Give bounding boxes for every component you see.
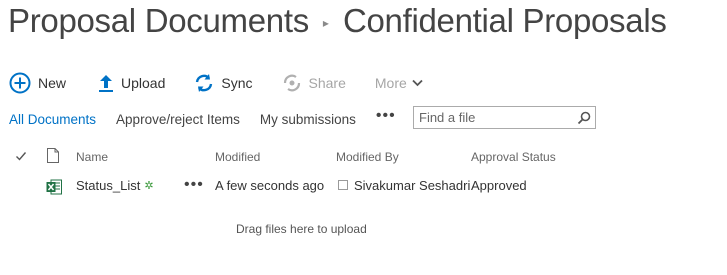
share-icon [282, 73, 302, 93]
excel-file-icon [46, 179, 62, 200]
more-button[interactable]: More [375, 75, 423, 91]
upload-icon [98, 73, 114, 93]
breadcrumb-parent-link[interactable]: Proposal Documents [8, 2, 309, 40]
upload-label: Upload [121, 75, 166, 91]
select-all-checkmark-icon[interactable] [15, 149, 27, 167]
document-type-header-icon [47, 148, 59, 168]
new-button[interactable]: New [9, 72, 66, 94]
column-header-approval-status[interactable]: Approval Status [471, 150, 556, 164]
command-bar: New Upload Sync Share More [9, 72, 423, 94]
view-all-documents[interactable]: All Documents [9, 112, 96, 127]
share-label: Share [308, 75, 346, 91]
sync-button[interactable]: Sync [194, 73, 253, 93]
breadcrumb-separator-icon: ▸ [322, 16, 329, 30]
modified-value: A few seconds ago [215, 178, 325, 193]
breadcrumb: Proposal Documents ▸ Confidential Propos… [8, 2, 667, 40]
approval-status-value: Approved [471, 178, 527, 193]
view-approve-reject-items[interactable]: Approve/reject Items [116, 112, 240, 127]
file-name-link[interactable]: Status_List ✲ [76, 178, 154, 193]
column-header-modified-by[interactable]: Modified By [336, 150, 399, 164]
page-title: Confidential Proposals [342, 2, 667, 39]
column-header-name[interactable]: Name [76, 150, 108, 164]
new-item-icon: ✲ [144, 180, 154, 192]
upload-button[interactable]: Upload [98, 73, 165, 93]
view-my-submissions[interactable]: My submissions [260, 112, 356, 127]
more-label: More [374, 75, 407, 91]
view-selector: All Documents Approve/reject Items My su… [9, 107, 418, 128]
sync-icon [194, 73, 214, 93]
modified-by-value[interactable]: Sivakumar Seshadri [354, 178, 470, 193]
modified-by-cell: Sivakumar Seshadri [338, 178, 470, 193]
drag-drop-hint: Drag files here to upload [236, 222, 367, 236]
file-name[interactable]: Status_List [76, 178, 140, 193]
column-header-modified[interactable]: Modified [215, 150, 260, 164]
presence-indicator-icon [338, 180, 348, 190]
sync-label: Sync [221, 75, 253, 91]
row-more-ellipsis[interactable]: ••• [184, 176, 204, 194]
chevron-down-icon [412, 79, 423, 87]
search-input[interactable]: Find a file [419, 110, 573, 125]
search-icon[interactable] [573, 111, 595, 125]
search-box[interactable]: Find a file [413, 106, 596, 129]
views-more-ellipsis[interactable]: ••• [376, 107, 396, 125]
new-plus-icon [9, 72, 31, 94]
share-button[interactable]: Share [282, 73, 346, 93]
new-label: New [38, 75, 67, 91]
